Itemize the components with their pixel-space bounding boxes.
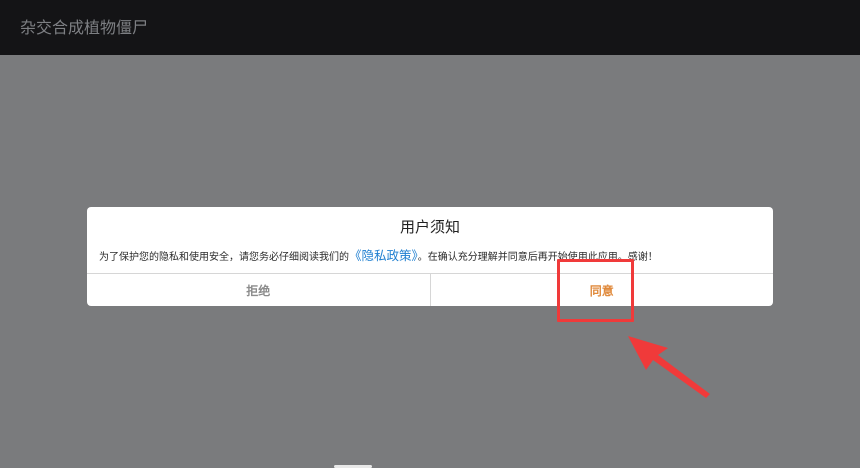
reject-button[interactable]: 拒绝 (87, 274, 431, 306)
app-titlebar: 杂交合成植物僵尸 (0, 0, 860, 55)
dialog-body: 为了保护您的隐私和使用安全，请您务必仔细阅读我们的《隐私政策》。在确认充分理解并… (99, 245, 764, 269)
user-notice-dialog: 用户须知 为了保护您的隐私和使用安全，请您务必仔细阅读我们的《隐私政策》。在确认… (87, 207, 773, 306)
privacy-policy-link[interactable]: 《隐私政策》 (349, 248, 418, 263)
annotation-highlight-box (557, 259, 634, 322)
annotation-arrow-icon (628, 336, 710, 398)
dialog-actions: 拒绝 同意 (87, 273, 773, 306)
dialog-title: 用户须知 (399, 218, 460, 236)
app-title: 杂交合成植物僵尸 (20, 18, 149, 37)
dialog-body-prefix: 为了保护您的隐私和使用安全，请您务必仔细阅读我们的 (99, 252, 349, 263)
